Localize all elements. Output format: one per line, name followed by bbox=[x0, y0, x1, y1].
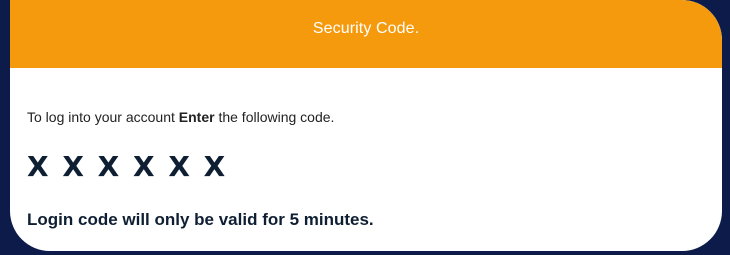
header-title: Security Code. bbox=[312, 20, 420, 37]
security-code-header: Security Code. bbox=[10, 0, 722, 68]
code-validity-notice: Login code will only be valid for 5 minu… bbox=[27, 210, 374, 229]
instruction-suffix: the following code. bbox=[214, 109, 335, 125]
login-instruction: To log into your account Enter the follo… bbox=[27, 109, 334, 125]
instruction-bold-word: Enter bbox=[178, 109, 215, 125]
security-code-card: Security Code. To log into your account … bbox=[10, 0, 722, 251]
security-code-value: X X X X X X bbox=[27, 150, 228, 183]
instruction-prefix: To log into your account bbox=[27, 109, 179, 125]
security-code-email-frame: Security Code. To log into your account … bbox=[0, 0, 730, 255]
